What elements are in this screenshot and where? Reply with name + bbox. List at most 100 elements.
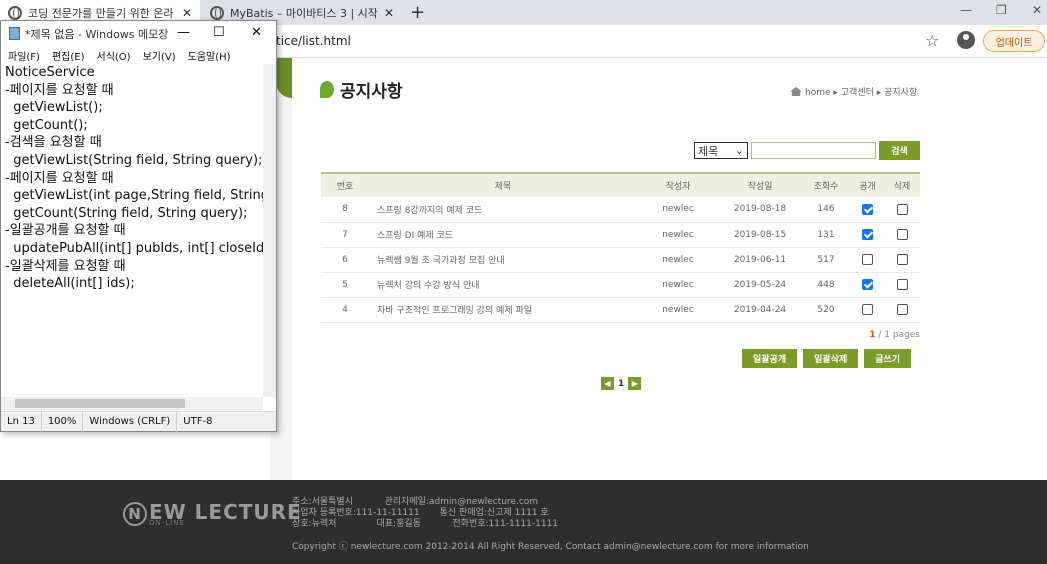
leaf-icon [320, 81, 334, 98]
breadcrumb: home ▸ 고객센터 ▸ 공지사항 [790, 85, 917, 98]
horizontal-scrollbar[interactable] [1, 397, 263, 410]
del-cell [884, 272, 920, 298]
delete-checkbox[interactable] [896, 279, 908, 290]
notepad-text-area[interactable]: NoticeService -페이지를 요청할 때 getViewList();… [1, 64, 263, 397]
pager: ◀ 1 ▶ [601, 377, 642, 390]
text-line: deleteAll(int[] ids); [5, 276, 135, 292]
row-id: 4 [321, 297, 369, 323]
delete-checkbox[interactable] [896, 203, 908, 215]
search-button[interactable]: 검색 [879, 141, 920, 160]
status-position: Ln 13 [1, 411, 42, 432]
next-page-icon[interactable]: ▶ [628, 377, 642, 390]
row-hit: 146 [801, 197, 851, 223]
search-field-value: 제목 [698, 144, 719, 158]
pub-checkbox[interactable] [862, 229, 873, 240]
update-button[interactable]: 업데이트 [983, 30, 1045, 52]
minimize-icon[interactable]: — [177, 25, 190, 40]
notepad-menubar: 파일(F) 편집(E) 서식(O) 보기(V) 도움말(H) [1, 46, 276, 64]
write-button[interactable]: 글쓰기 [864, 349, 912, 368]
row-title-link[interactable]: 스프링 DI 예제 코드 [369, 222, 637, 248]
close-tab-icon[interactable]: ✕ [182, 6, 192, 20]
tab-title: MyBatis – 마이바티스 3 | 시작하 [230, 6, 378, 20]
page-total: / 1 pages [875, 330, 920, 340]
text-line: getCount(); [5, 117, 88, 133]
text-line: updatePubAll(int[] pubIds, int[] closeId… [5, 240, 263, 256]
logo-subtitle: ON-LINE [149, 519, 185, 527]
bookmark-star-icon[interactable]: ☆ [925, 31, 939, 50]
page-title: 공지사항 [320, 77, 403, 102]
url-text[interactable]: tice/list.html [276, 34, 351, 48]
pub-cell [851, 297, 884, 323]
action-buttons: 일괄공개 일괄삭제 글쓰기 [736, 349, 912, 368]
text-line: -페이지를 요청할 때 [5, 170, 114, 186]
delete-checkbox[interactable] [896, 304, 908, 315]
prev-page-icon[interactable]: ◀ [601, 377, 614, 390]
row-title-link[interactable]: 스프링 8강까지의 예제 코드 [369, 197, 637, 223]
pub-checkbox[interactable] [862, 203, 873, 215]
close-icon[interactable]: ✕ [251, 25, 262, 40]
row-title-link[interactable]: 뉴렉처 강의 수강 방식 안내 [369, 272, 637, 298]
logo-n: N [123, 502, 147, 526]
col-header: 조회수 [801, 172, 851, 197]
row-title-link[interactable]: 자바 구조적인 프로그래밍 강의 예제 파일 [369, 297, 637, 323]
footer-info-line: 사업자 등록번호:111-11-11111 통신 판매업:신고제 1111 호 [292, 508, 549, 518]
pub-checkbox[interactable] [862, 254, 873, 265]
col-header: 작성자 [637, 172, 719, 197]
menu-edit[interactable]: 편집(E) [52, 48, 85, 63]
pub-cell [851, 272, 884, 298]
row-hit: 131 [801, 222, 851, 248]
new-tab-icon[interactable]: + [410, 2, 425, 23]
text-line: -페이지를 요청할 때 [5, 82, 114, 98]
delete-all-button[interactable]: 일괄삭제 [803, 349, 859, 368]
close-tab-icon[interactable]: ✕ [384, 6, 394, 20]
row-id: 7 [321, 222, 369, 248]
menu-file[interactable]: 파일(F) [8, 48, 40, 63]
table-row: 7 스프링 DI 예제 코드 newlec 2019-08-15 131 [321, 222, 920, 248]
maximize-icon[interactable]: ☐ [213, 25, 225, 40]
menu-format[interactable]: 서식(O) [97, 48, 131, 63]
delete-checkbox[interactable] [896, 254, 908, 265]
pub-checkbox[interactable] [862, 279, 873, 290]
del-cell [884, 222, 920, 248]
footer-info-line: 주소:서울특별시 관리자메일:admin@newlecture.com [292, 497, 539, 507]
status-zoom: 100% [42, 411, 84, 432]
col-header: 공개 [851, 172, 884, 197]
search-field-select[interactable]: 제목 ⌄ [694, 142, 748, 159]
globe-icon [8, 5, 22, 20]
tab-title: 코딩 전문가를 만들기 위한 온라 [28, 6, 174, 20]
row-writer: newlec [637, 297, 719, 323]
search-form: 제목 ⌄ 검색 [694, 141, 920, 160]
maximize-icon[interactable]: ❐ [996, 3, 1007, 17]
globe-icon [210, 5, 224, 20]
delete-checkbox[interactable] [896, 229, 908, 240]
col-header: 제목 [369, 172, 637, 197]
text-line: -일괄공개를 요청할 때 [5, 223, 126, 239]
pub-checkbox[interactable] [862, 304, 873, 315]
menu-help[interactable]: 도움말(H) [188, 48, 231, 63]
minimize-icon[interactable]: — [960, 3, 972, 17]
notepad-icon [9, 27, 20, 40]
col-header: 작성일 [719, 172, 801, 197]
table-row: 8 스프링 8강까지의 예제 코드 newlec 2019-08-18 146 [321, 197, 920, 223]
row-hit: 448 [801, 272, 851, 298]
row-title-link[interactable]: 뉴렉쌤 9월 초 국기과정 모집 안내 [369, 247, 637, 273]
publish-all-button[interactable]: 일괄공개 [742, 349, 798, 368]
table-row: 5 뉴렉처 강의 수강 방식 안내 newlec 2019-05-24 448 [321, 272, 920, 298]
row-date: 2019-08-18 [719, 197, 801, 223]
search-input[interactable] [751, 142, 876, 159]
menu-view[interactable]: 보기(V) [143, 48, 176, 63]
footer-info-line: 상호:뉴렉처 대표:홍길동 전화번호:111-1111-1111 [292, 519, 559, 529]
profile-icon[interactable] [957, 31, 975, 49]
scroll-thumb[interactable] [15, 399, 185, 408]
row-id: 6 [321, 247, 369, 273]
footer-copyright: Copyright ⓒ newlecture.com 2012-2014 All… [292, 542, 809, 552]
notepad-titlebar[interactable]: *제목 없음 - Windows 메모장 — ☐ ✕ [1, 21, 276, 46]
breadcrumb-text[interactable]: home ▸ 고객센터 ▸ 공지사항 [805, 85, 917, 98]
table-row: 6 뉴렉쌤 9월 초 국기과정 모집 안내 newlec 2019-06-11 … [321, 247, 920, 273]
vertical-scrollbar[interactable] [263, 64, 276, 397]
row-writer: newlec [637, 197, 719, 223]
page-number[interactable]: 1 [618, 379, 624, 389]
close-window-icon[interactable]: ✕ [1032, 3, 1042, 17]
col-header: 삭제 [884, 172, 920, 197]
row-date: 2019-06-11 [719, 247, 801, 273]
